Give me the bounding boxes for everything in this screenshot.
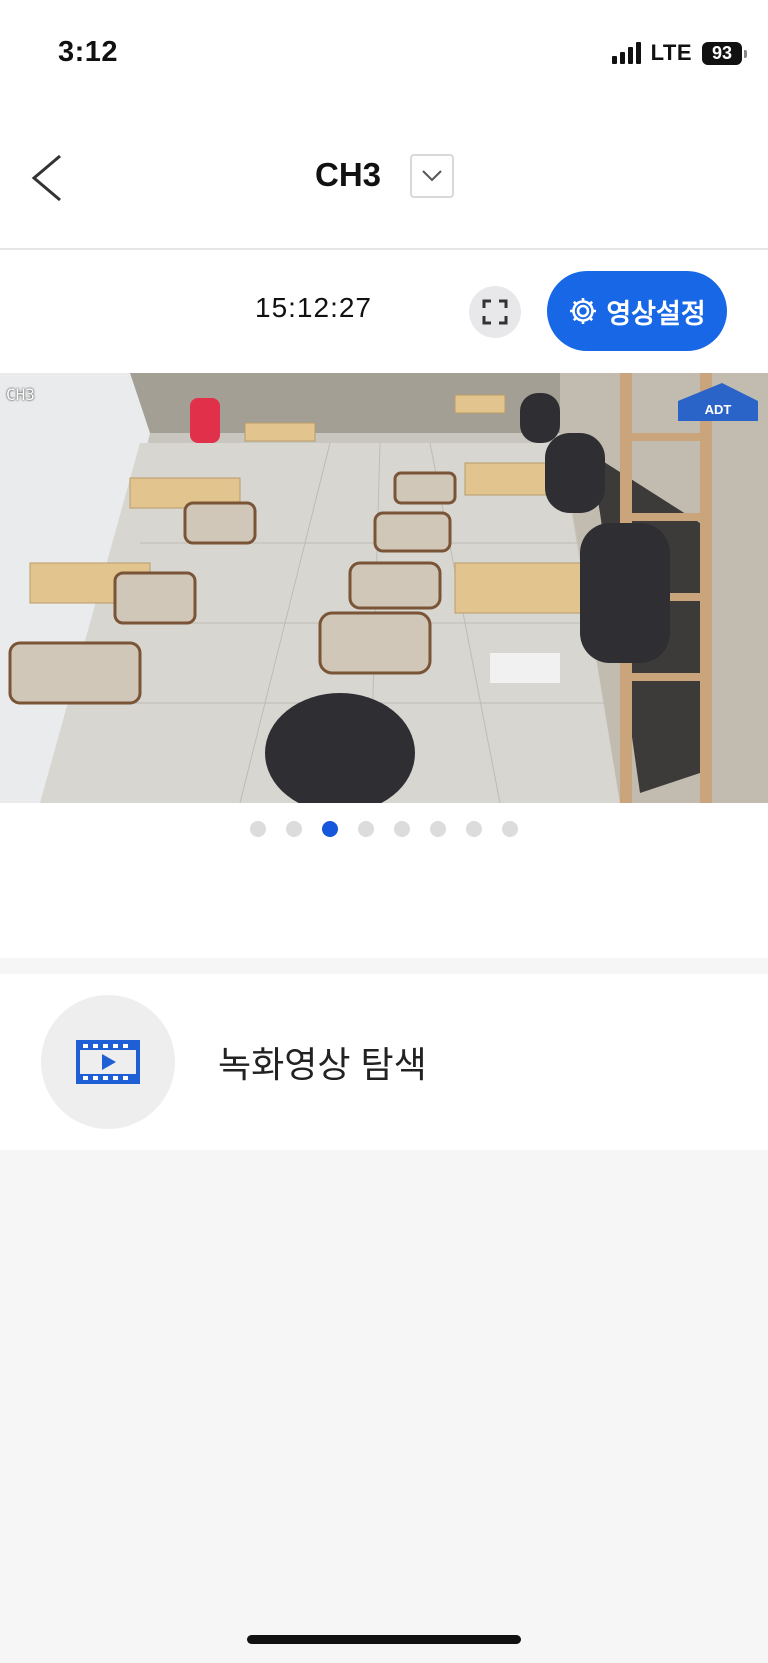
pager-dot[interactable] — [394, 821, 410, 837]
video-recording-icon — [76, 1040, 140, 1084]
pager-dot[interactable] — [286, 821, 302, 837]
pager-dot[interactable] — [502, 821, 518, 837]
nav-header: CH3 — [0, 130, 768, 250]
recording-search-row[interactable]: 녹화영상 탐색 — [0, 974, 768, 1150]
fullscreen-icon — [482, 299, 508, 325]
status-indicators: LTE 93 — [611, 40, 747, 66]
chevron-down-icon — [422, 170, 442, 182]
svg-text:ADT: ADT — [705, 402, 732, 417]
network-type: LTE — [650, 40, 692, 65]
camera-feed[interactable]: ADT CH3 — [0, 373, 768, 803]
page-title: CH3 — [315, 156, 382, 193]
feed-pager — [250, 821, 518, 837]
battery-icon: 93 — [702, 41, 747, 65]
empty-content-area — [0, 1150, 768, 1663]
home-indicator[interactable] — [247, 1635, 521, 1644]
back-button[interactable] — [26, 150, 72, 206]
feed-channel-overlay: CH3 — [6, 385, 35, 404]
pager-dot[interactable] — [430, 821, 446, 837]
video-icon-circle — [41, 995, 175, 1129]
pager-dot[interactable] — [322, 821, 338, 837]
pager-dot[interactable] — [250, 821, 266, 837]
signal-icon — [611, 42, 641, 64]
section-divider — [0, 958, 768, 974]
status-time: 3:12 — [58, 36, 119, 68]
fullscreen-button[interactable] — [469, 286, 521, 338]
pager-dot[interactable] — [466, 821, 482, 837]
pager-dot[interactable] — [358, 821, 374, 837]
recording-search-label: 녹화영상 탐색 — [218, 1044, 427, 1085]
channel-dropdown-button[interactable] — [410, 154, 454, 198]
feed-clock: 15:12:27 — [255, 292, 372, 323]
gear-icon — [570, 298, 597, 324]
status-bar: 3:12 LTE 93 — [0, 0, 768, 110]
video-settings-button[interactable]: 영상설정 — [547, 271, 727, 351]
chevron-left-icon — [31, 154, 61, 202]
camera-feed-image: ADT — [0, 373, 768, 803]
video-settings-label: 영상설정 — [606, 298, 706, 329]
